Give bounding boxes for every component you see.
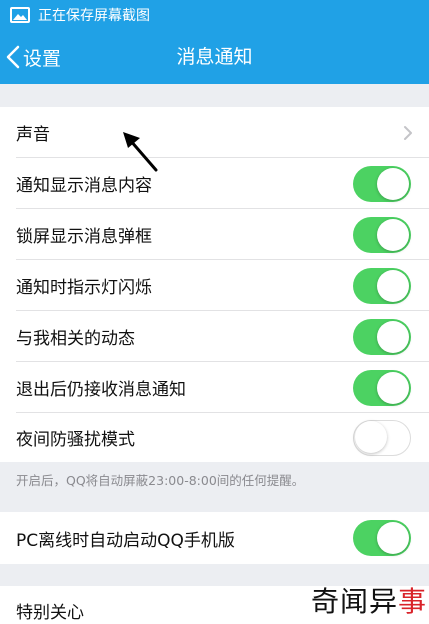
setting-label: 锁屏显示消息弹框 bbox=[16, 227, 152, 247]
toggle-knob bbox=[377, 371, 409, 404]
toggle-knob bbox=[377, 167, 409, 200]
toggle-switch[interactable] bbox=[353, 216, 411, 253]
setting-row-notification-content: 通知显示消息内容 bbox=[0, 158, 429, 209]
status-bar: 正在保存屏幕截图 bbox=[0, 0, 429, 30]
status-text: 正在保存屏幕截图 bbox=[38, 8, 150, 24]
nav-bar: 设置 消息通知 bbox=[0, 30, 429, 84]
setting-label: 夜间防骚扰模式 bbox=[16, 430, 135, 450]
setting-label: 通知时指示灯闪烁 bbox=[16, 278, 152, 298]
setting-row-related-updates: 与我相关的动态 bbox=[0, 311, 429, 362]
watermark-text-red: 事 bbox=[397, 585, 427, 618]
toggle-switch[interactable] bbox=[353, 369, 411, 406]
special-attention-label: 特别关心 bbox=[16, 603, 84, 623]
setting-row-night-mode: 夜间防骚扰模式 bbox=[0, 413, 429, 462]
chevron-right-icon bbox=[404, 125, 412, 140]
setting-label: PC离线时自动启动QQ手机版 bbox=[16, 530, 235, 551]
sound-row[interactable]: 声音 bbox=[0, 107, 429, 158]
setting-row-pc-offline: PC离线时自动启动QQ手机版 bbox=[0, 512, 429, 564]
night-mode-hint: 开启后，QQ将自动屏蔽23:00-8:00间的任何提醒。 bbox=[16, 473, 305, 488]
pointer-arrow-icon bbox=[123, 132, 158, 172]
setting-label: 与我相关的动态 bbox=[16, 329, 135, 349]
toggle-knob bbox=[377, 320, 409, 353]
toggle-switch[interactable] bbox=[353, 520, 411, 556]
watermark-text: 奇闻异 bbox=[310, 585, 398, 618]
setting-label: 退出后仍接收消息通知 bbox=[16, 380, 186, 400]
toggle-switch[interactable] bbox=[353, 267, 411, 304]
toggle-knob bbox=[377, 218, 409, 251]
toggle-switch[interactable] bbox=[353, 165, 411, 202]
toggle-switch[interactable] bbox=[353, 318, 411, 355]
image-icon bbox=[10, 7, 30, 23]
setting-row-receive-after-exit: 退出后仍接收消息通知 bbox=[0, 362, 429, 413]
toggle-switch[interactable] bbox=[353, 419, 411, 456]
toggle-knob bbox=[377, 269, 409, 302]
setting-row-lockscreen-popup: 锁屏显示消息弹框 bbox=[0, 209, 429, 260]
setting-label: 通知显示消息内容 bbox=[16, 176, 152, 196]
setting-row-indicator-light: 通知时指示灯闪烁 bbox=[0, 260, 429, 311]
toggle-knob bbox=[355, 421, 387, 453]
toggle-knob bbox=[377, 522, 409, 554]
page-title: 消息通知 bbox=[176, 46, 253, 68]
watermark: 奇闻异事 bbox=[311, 580, 427, 620]
sound-label: 声音 bbox=[16, 125, 50, 145]
